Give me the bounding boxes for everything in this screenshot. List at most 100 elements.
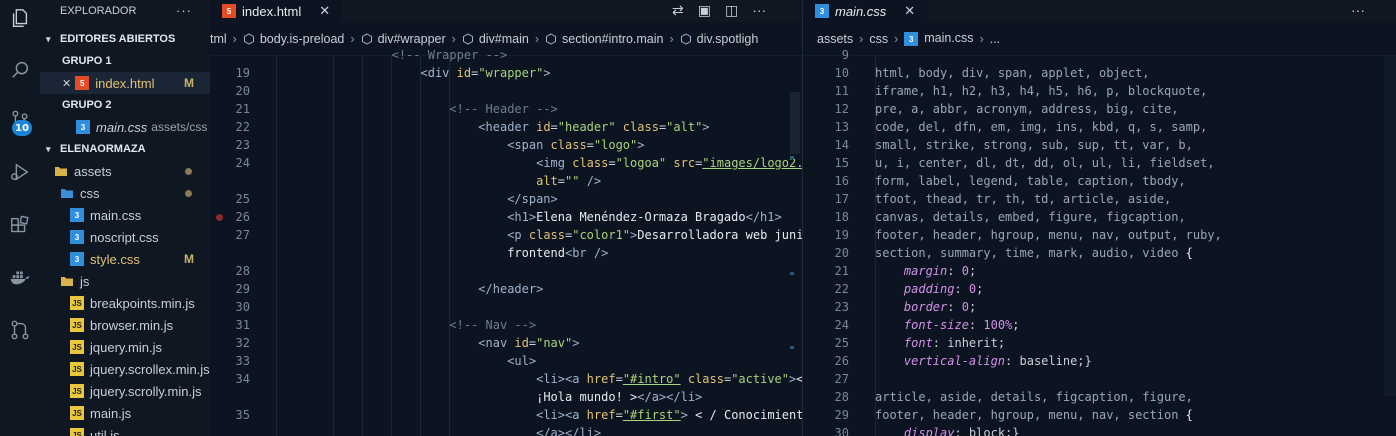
tree-item[interactable]: JS breakpoints.min.js xyxy=(40,292,210,314)
tree-item[interactable]: JS browser.min.js xyxy=(40,314,210,336)
code-line[interactable]: </a></li> xyxy=(210,424,802,436)
open-changes-icon[interactable]: ⇄ xyxy=(672,2,684,19)
code-line[interactable]: 24<img class="logoa" src="images/logo2.p… xyxy=(210,154,802,172)
line-number: 15 xyxy=(834,156,849,170)
code-line[interactable]: 19 <div id="wrapper"> xyxy=(210,64,802,82)
code-line[interactable]: 25 font: inherit; xyxy=(803,334,1396,352)
breadcrumb-item[interactable]: div.spotligh xyxy=(680,32,758,46)
code-line[interactable]: alt="" /> xyxy=(210,172,802,190)
code-line[interactable]: <!-- Wrapper --> xyxy=(210,46,802,64)
more-actions-icon[interactable]: ··· xyxy=(176,3,192,18)
tree-item[interactable]: JS util.js xyxy=(40,424,210,436)
code-line[interactable]: 34 <li><a href="#intro" class="active">< … xyxy=(210,370,802,388)
code-text: footer, header, hgroup, menu, nav, secti… xyxy=(875,406,1193,424)
open-editor-main-css[interactable]: 3 main.css assets/css xyxy=(40,116,210,138)
code-line[interactable]: 28 xyxy=(210,262,802,280)
run-debug-icon[interactable] xyxy=(8,160,32,184)
code-line[interactable]: 30 xyxy=(210,298,802,316)
docker-icon[interactable] xyxy=(8,265,32,289)
search-icon[interactable] xyxy=(8,58,32,82)
breadcrumb-item[interactable]: ... xyxy=(990,32,1000,46)
code-line[interactable]: 23 <span class="logo"> xyxy=(210,136,802,154)
breadcrumb-item[interactable]: div#wrapper xyxy=(361,32,446,46)
breadcrumb-item[interactable]: tml xyxy=(210,32,227,46)
code-line[interactable]: 25 </span> xyxy=(210,190,802,208)
code-line[interactable]: 31 <!-- Nav --> xyxy=(210,316,802,334)
open-editors-section[interactable]: ▾ EDITORES ABIERTOS xyxy=(40,28,210,50)
code-line[interactable]: 26 vertical-align: baseline;} xyxy=(803,352,1396,370)
more-actions-icon[interactable]: ··· xyxy=(1351,2,1365,18)
code-line[interactable]: 19 footer, header, hgroup, menu, nav, out… xyxy=(803,226,1396,244)
code-line[interactable]: 12 pre, a, abbr, acronym, address, big, c… xyxy=(803,100,1396,118)
breakpoint-icon[interactable] xyxy=(216,214,223,221)
line-number: 23 xyxy=(834,300,849,314)
tree-item[interactable]: JS main.js xyxy=(40,402,210,424)
code-line[interactable]: 28 article, aside, details, figcaption, f… xyxy=(803,388,1396,406)
code-area[interactable]: <!-- Wrapper --> 19 <div id="wrapper"> 20 21… xyxy=(210,48,802,436)
tree-item[interactable]: 3 noscript.css xyxy=(40,226,210,248)
breadcrumb-item[interactable]: section#intro.main xyxy=(545,32,663,46)
breadcrumb-item[interactable]: assets xyxy=(817,32,853,46)
code-line[interactable]: 22 <header id="header" class="alt"> xyxy=(210,118,802,136)
breadcrumb-item[interactable]: css xyxy=(869,32,888,46)
code-line[interactable]: 20 xyxy=(210,82,802,100)
close-icon[interactable]: ✕ xyxy=(319,3,330,19)
close-icon[interactable]: ✕ xyxy=(62,77,71,90)
code-area[interactable]: 9 10 html, body, div, span, applet, object… xyxy=(803,48,1396,436)
code-line[interactable]: 21 margin: 0; xyxy=(803,262,1396,280)
line-number: 16 xyxy=(834,174,849,188)
breadcrumb-item[interactable]: div#main xyxy=(462,32,529,46)
code-line[interactable]: 33 <ul> xyxy=(210,352,802,370)
tab-index-html[interactable]: 5 index.html ✕ xyxy=(210,0,343,22)
code-token: 0 xyxy=(961,264,969,278)
tree-item[interactable]: css xyxy=(40,182,210,204)
code-line[interactable]: 14 small, strike, strong, sub, sup, tt, v… xyxy=(803,136,1396,154)
split-editor-icon[interactable]: ◫ xyxy=(725,2,738,19)
code-line[interactable]: 27 <p class="color1">Desarrolladora web j… xyxy=(210,226,802,244)
preview-icon[interactable]: ▣ xyxy=(698,2,711,19)
code-line[interactable]: 26 <h1>Elena Menéndez-Ormaza Bragado</h1> xyxy=(210,208,802,226)
code-line[interactable]: 21 <!-- Header --> xyxy=(210,100,802,118)
git-graph-icon[interactable] xyxy=(8,318,32,342)
code-line[interactable]: 20 section, summary, time, mark, audio, v… xyxy=(803,244,1396,262)
code-line[interactable]: 22 padding: 0; xyxy=(803,280,1396,298)
code-line[interactable]: 9 xyxy=(803,46,1396,64)
code-line[interactable]: 29 footer, header, hgroup, menu, nav, sec… xyxy=(803,406,1396,424)
tree-item[interactable]: js xyxy=(40,270,210,292)
files-icon[interactable] xyxy=(8,6,32,30)
code-line[interactable]: 24 font-size: 100%; xyxy=(803,316,1396,334)
code-line[interactable]: 29 </header> xyxy=(210,280,802,298)
scrollbar-thumb[interactable] xyxy=(1384,56,1396,396)
tree-item[interactable]: assets xyxy=(40,160,210,182)
tree-item[interactable]: JS jquery.min.js xyxy=(40,336,210,358)
code-line[interactable]: 17 tfoot, thead, tr, th, td, article, asi… xyxy=(803,190,1396,208)
code-line[interactable]: 18 canvas, details, embed, figure, figcap… xyxy=(803,208,1396,226)
extensions-icon[interactable] xyxy=(8,214,32,238)
open-editor-index-html[interactable]: ✕ 5 index.html M xyxy=(40,72,210,94)
code-line[interactable]: frontend<br /> xyxy=(210,244,802,262)
tree-item[interactable]: 3 style.css M xyxy=(40,248,210,270)
code-line[interactable]: 32 <nav id="nav"> xyxy=(210,334,802,352)
tab-main-css[interactable]: 3 main.css ✕ xyxy=(803,0,928,22)
code-line[interactable]: 10 html, body, div, span, applet, object, xyxy=(803,64,1396,82)
code-line[interactable]: 13 code, del, dfn, em, img, ins, kbd, q, … xyxy=(803,118,1396,136)
scrollbar-thumb[interactable] xyxy=(790,92,800,154)
code-line[interactable]: 35 <li><a href="#first"> < / Conocimiento… xyxy=(210,406,802,424)
project-section[interactable]: ▾ ELENAORMAZA xyxy=(40,138,210,160)
js-file-icon: JS xyxy=(70,318,84,332)
close-icon[interactable]: ✕ xyxy=(904,3,915,19)
code-line[interactable]: ¡Hola mundo! ></a></li> xyxy=(210,388,802,406)
more-actions-icon[interactable]: ··· xyxy=(752,2,766,19)
code-token: : block;} xyxy=(954,426,1020,436)
breadcrumb-item[interactable]: 3 main.css xyxy=(904,31,974,47)
code-line[interactable]: 15 u, i, center, dl, dt, dd, ol, ul, li, … xyxy=(803,154,1396,172)
code-line[interactable]: 27 xyxy=(803,370,1396,388)
tree-item[interactable]: 3 main.css xyxy=(40,204,210,226)
tree-item[interactable]: JS jquery.scrollex.min.js xyxy=(40,358,210,380)
breadcrumb-item[interactable]: body.is-preload xyxy=(243,32,344,46)
tree-item[interactable]: JS jquery.scrolly.min.js xyxy=(40,380,210,402)
code-line[interactable]: 30 display: block;} xyxy=(803,424,1396,436)
code-line[interactable]: 11 iframe, h1, h2, h3, h4, h5, h6, p, blo… xyxy=(803,82,1396,100)
code-line[interactable]: 23 border: 0; xyxy=(803,298,1396,316)
code-line[interactable]: 16 form, label, legend, table, caption, t… xyxy=(803,172,1396,190)
